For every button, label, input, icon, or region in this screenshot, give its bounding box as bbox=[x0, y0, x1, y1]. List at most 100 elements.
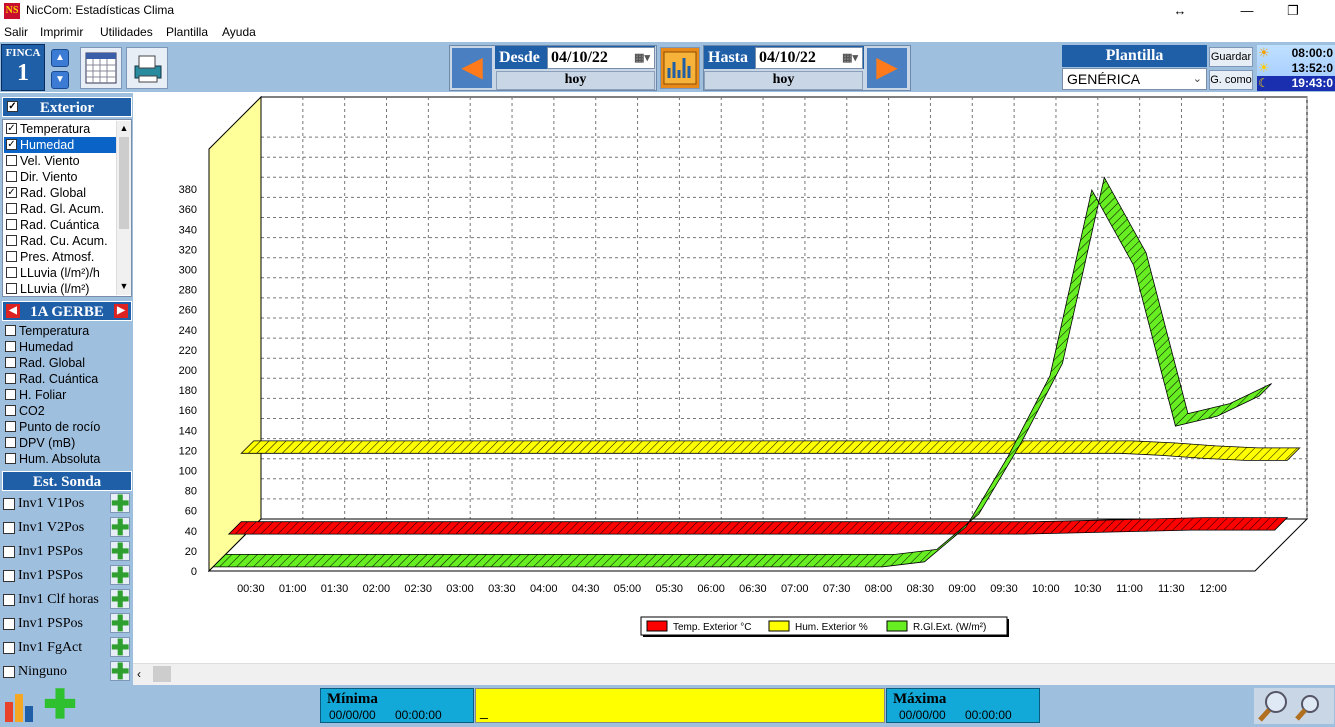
arrow-left-icon[interactable]: ◀ bbox=[6, 304, 20, 318]
prev-date-button[interactable]: ◀ bbox=[452, 48, 492, 88]
add-icon[interactable]: ✚ bbox=[110, 565, 130, 587]
exterior-item-checkbox[interactable]: ✓ bbox=[6, 139, 17, 150]
calendar-dropdown-icon[interactable]: ▦▾ bbox=[842, 48, 858, 68]
sonda-item-checkbox[interactable] bbox=[3, 546, 15, 558]
sonda-item-checkbox[interactable] bbox=[3, 666, 15, 678]
add-icon[interactable]: ✚ bbox=[110, 613, 130, 635]
exterior-item-checkbox[interactable] bbox=[6, 251, 17, 262]
exterior-item[interactable]: Vel. Viento bbox=[4, 153, 116, 169]
greenhouse-item-checkbox[interactable] bbox=[5, 453, 16, 464]
resize-icon[interactable]: ↔ bbox=[1157, 1, 1203, 21]
sonda-item[interactable]: Inv1 Clf horas ✚ bbox=[2, 589, 132, 611]
exterior-item-checkbox[interactable] bbox=[6, 171, 17, 182]
greenhouse-item-checkbox[interactable] bbox=[5, 357, 16, 368]
sonda-item-checkbox[interactable] bbox=[3, 522, 15, 534]
sonda-item[interactable]: Inv1 PSPos ✚ bbox=[2, 565, 132, 587]
minimize-button[interactable]: — bbox=[1224, 1, 1270, 21]
guardar-button[interactable]: Guardar bbox=[1209, 47, 1253, 67]
calendar-grid-button[interactable] bbox=[80, 47, 122, 89]
maximize-button[interactable]: ❐ bbox=[1270, 1, 1316, 21]
next-date-button[interactable]: ▶ bbox=[867, 48, 907, 88]
scroll-up-icon[interactable]: ▲ bbox=[118, 123, 130, 133]
sonda-item-checkbox[interactable] bbox=[3, 618, 15, 630]
greenhouse-item[interactable]: H. Foliar bbox=[3, 387, 115, 403]
sonda-item[interactable]: Inv1 V2Pos ✚ bbox=[2, 517, 132, 539]
exterior-item-checkbox[interactable] bbox=[6, 267, 17, 278]
sonda-item-checkbox[interactable] bbox=[3, 570, 15, 582]
add-icon[interactable]: ✚ bbox=[110, 661, 130, 683]
greenhouse-item-checkbox[interactable] bbox=[5, 421, 16, 432]
greenhouse-item[interactable]: Temperatura bbox=[3, 323, 115, 339]
exterior-item[interactable]: Rad. Cuántica bbox=[4, 217, 116, 233]
add-icon[interactable]: ✚ bbox=[110, 541, 130, 563]
exterior-item-checkbox[interactable] bbox=[6, 235, 17, 246]
exterior-item[interactable]: Pres. Atmosf. bbox=[4, 249, 116, 265]
exterior-item-checkbox[interactable] bbox=[6, 203, 17, 214]
exterior-checkbox[interactable]: ✓ bbox=[7, 101, 18, 112]
exterior-item[interactable]: Dir. Viento bbox=[4, 169, 116, 185]
plantilla-select[interactable]: GENÉRICA ⌄ bbox=[1062, 68, 1207, 90]
finca-selector[interactable]: FINCA 1 bbox=[1, 44, 45, 91]
chart-button[interactable] bbox=[660, 47, 700, 89]
greenhouse-item[interactable]: Punto de rocío bbox=[3, 419, 115, 435]
stats-button[interactable] bbox=[2, 688, 38, 724]
calendar-dropdown-icon[interactable]: ▦▾ bbox=[634, 48, 650, 68]
sonda-item[interactable]: Inv1 V1Pos ✚ bbox=[2, 493, 132, 515]
scroll-thumb[interactable] bbox=[119, 137, 129, 229]
exterior-item[interactable]: Rad. Gl. Acum. bbox=[4, 201, 116, 217]
greenhouse-item-checkbox[interactable] bbox=[5, 373, 16, 384]
add-icon[interactable]: ✚ bbox=[110, 517, 130, 539]
exterior-item[interactable]: ✓ Rad. Global bbox=[4, 185, 116, 201]
add-icon[interactable]: ✚ bbox=[42, 685, 78, 725]
greenhouse-item-checkbox[interactable] bbox=[5, 389, 16, 400]
greenhouse-item[interactable]: DPV (mB) bbox=[3, 435, 115, 451]
exterior-item-checkbox[interactable]: ✓ bbox=[6, 123, 17, 134]
zoom-buttons[interactable] bbox=[1254, 688, 1334, 724]
menu-salir[interactable]: Salir bbox=[4, 25, 28, 39]
exterior-item[interactable]: Rad. Cu. Acum. bbox=[4, 233, 116, 249]
menu-imprimir[interactable]: Imprimir bbox=[40, 25, 83, 39]
exterior-item[interactable]: LLuvia (l/m²)/h bbox=[4, 265, 116, 281]
menu-utilidades[interactable]: Utilidades bbox=[100, 25, 153, 39]
add-icon[interactable]: ✚ bbox=[110, 589, 130, 611]
scroll-left-icon[interactable]: ‹ bbox=[137, 667, 141, 681]
desde-date-input[interactable]: 04/10/22 ▦▾ bbox=[547, 47, 655, 69]
sonda-item-checkbox[interactable] bbox=[3, 594, 15, 606]
arrow-right-icon[interactable]: ▶ bbox=[114, 304, 128, 318]
sonda-item-checkbox[interactable] bbox=[3, 642, 15, 654]
exterior-item-checkbox[interactable]: ✓ bbox=[6, 187, 17, 198]
exterior-item-checkbox[interactable] bbox=[6, 219, 17, 230]
greenhouse-item-checkbox[interactable] bbox=[5, 405, 16, 416]
exterior-item-checkbox[interactable] bbox=[6, 283, 17, 294]
chart-horizontal-scrollbar[interactable]: ‹ bbox=[133, 663, 1335, 685]
sonda-item[interactable]: Inv1 PSPos ✚ bbox=[2, 613, 132, 635]
exterior-item[interactable]: ✓ Humedad bbox=[4, 137, 116, 153]
sonda-item[interactable]: Inv1 FgAct ✚ bbox=[2, 637, 132, 659]
menu-ayuda[interactable]: Ayuda bbox=[222, 25, 256, 39]
hasta-date-input[interactable]: 04/10/22 ▦▾ bbox=[755, 47, 863, 69]
greenhouse-item-checkbox[interactable] bbox=[5, 437, 16, 448]
greenhouse-item-checkbox[interactable] bbox=[5, 325, 16, 336]
menu-plantilla[interactable]: Plantilla bbox=[166, 25, 208, 39]
greenhouse-item-checkbox[interactable] bbox=[5, 341, 16, 352]
scroll-thumb[interactable] bbox=[153, 666, 171, 682]
exterior-item-checkbox[interactable] bbox=[6, 155, 17, 166]
guardar-como-button[interactable]: G. como bbox=[1209, 70, 1253, 90]
sonda-item[interactable]: Ninguno ✚ bbox=[2, 661, 132, 683]
sonda-item-checkbox[interactable] bbox=[3, 498, 15, 510]
greenhouse-item[interactable]: Humedad bbox=[3, 339, 115, 355]
finca-down-icon[interactable]: ▼ bbox=[51, 71, 69, 89]
greenhouse-item[interactable]: Hum. Absoluta bbox=[3, 451, 115, 467]
exterior-scrollbar[interactable]: ▲ ▼ bbox=[116, 121, 131, 295]
greenhouse-item[interactable]: Rad. Cuántica bbox=[3, 371, 115, 387]
sonda-item[interactable]: Inv1 PSPos ✚ bbox=[2, 541, 132, 563]
finca-up-icon[interactable]: ▲ bbox=[51, 49, 69, 67]
add-icon[interactable]: ✚ bbox=[110, 493, 130, 515]
add-icon[interactable]: ✚ bbox=[110, 637, 130, 659]
scroll-down-icon[interactable]: ▼ bbox=[118, 281, 130, 291]
greenhouse-item[interactable]: CO2 bbox=[3, 403, 115, 419]
exterior-item[interactable]: ✓ Temperatura bbox=[4, 121, 116, 137]
print-button[interactable] bbox=[126, 47, 168, 89]
greenhouse-item[interactable]: Rad. Global bbox=[3, 355, 115, 371]
exterior-item[interactable]: LLuvia (l/m²) bbox=[4, 281, 116, 297]
